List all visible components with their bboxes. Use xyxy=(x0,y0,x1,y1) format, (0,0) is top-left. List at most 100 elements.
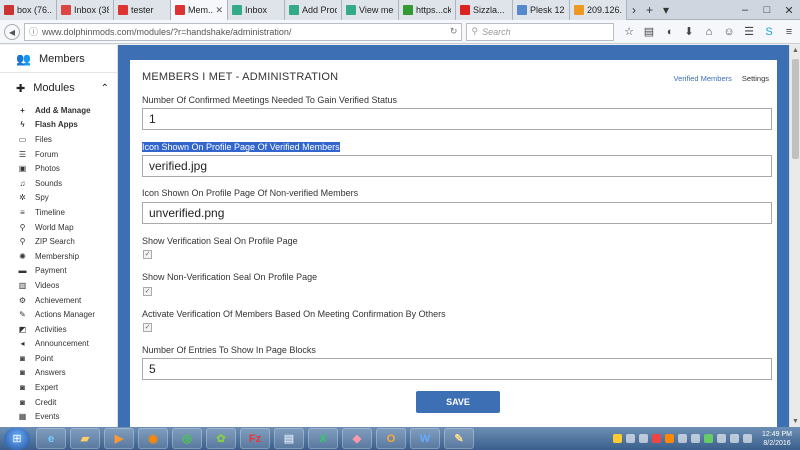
frog-app-icon[interactable]: ✿ xyxy=(206,428,236,449)
nonverified-icon-input[interactable]: unverified.png xyxy=(142,202,772,224)
sidebar-item-videos[interactable]: ▥ Videos xyxy=(0,278,117,293)
reading-list-icon[interactable]: ▤ xyxy=(642,25,656,39)
sidebar-item-payment[interactable]: ▬ Payment xyxy=(0,264,117,279)
confirmed-meetings-input[interactable]: 1 xyxy=(142,108,772,130)
network-icon[interactable] xyxy=(730,434,740,443)
tray-icon[interactable] xyxy=(665,434,675,443)
volume-icon[interactable] xyxy=(743,434,753,443)
sidebar-item-spy[interactable]: ✲ Spy xyxy=(0,191,117,206)
sidebar-item-modules[interactable]: ✚ Modules ⌃ xyxy=(0,73,117,103)
ie-icon[interactable]: e xyxy=(36,428,66,449)
tray-icon[interactable] xyxy=(678,434,688,443)
firefox-icon[interactable]: ◉ xyxy=(138,428,168,449)
scroll-up-icon[interactable]: ▲ xyxy=(790,45,800,56)
browser-tab[interactable]: 209.126.1... xyxy=(570,0,627,20)
sidebar-item-members[interactable]: 👥 Members xyxy=(0,45,117,73)
browser-tab[interactable]: https...cker xyxy=(399,0,456,20)
tray-icon[interactable] xyxy=(717,434,727,443)
sidebar-item-add-manage[interactable]: + Add & Manage xyxy=(0,103,117,118)
entries-count-input[interactable]: 5 xyxy=(142,358,772,380)
sidebar-item-announcement[interactable]: ◂ Announcement xyxy=(0,337,117,352)
close-icon[interactable]: ✕ xyxy=(215,5,223,16)
browser-tab[interactable]: Inbox xyxy=(228,0,285,20)
sidebar-item-events[interactable]: ▦ Events xyxy=(0,409,117,424)
hamburger-menu-icon[interactable]: ≡ xyxy=(782,25,796,39)
sidebar-item-achievement[interactable]: ⚙ Achievement xyxy=(0,293,117,308)
chrome-icon[interactable]: ◎ xyxy=(172,428,202,449)
page-scrollbar[interactable]: ▲ ▼ xyxy=(789,45,800,427)
sidebar-item-flash-apps[interactable]: ϟ Flash Apps xyxy=(0,118,117,133)
sidebar-item-actions-manager[interactable]: ✎ Actions Manager xyxy=(0,307,117,322)
activate-verification-checkbox[interactable]: ✓ xyxy=(143,323,152,332)
minimize-icon[interactable]: – xyxy=(734,0,756,20)
network-app-icon[interactable]: ▤ xyxy=(274,428,304,449)
sidebar-item-expert[interactable]: ◙ Expert xyxy=(0,380,117,395)
outlook-icon[interactable]: O xyxy=(376,428,406,449)
tray-icon[interactable] xyxy=(652,434,662,443)
tray-icon[interactable] xyxy=(639,434,649,443)
bookmark-star-icon[interactable]: ☆ xyxy=(622,25,636,39)
browser-tab[interactable]: tester xyxy=(114,0,171,20)
tab-settings[interactable]: Settings xyxy=(742,74,769,83)
tray-icon[interactable] xyxy=(626,434,636,443)
system-clock[interactable]: 12:49 PM 8/2/2016 xyxy=(762,430,792,448)
sidebar-item-credit[interactable]: ◙ Credit xyxy=(0,395,117,410)
tab-list-icon[interactable]: ▾ xyxy=(658,0,674,20)
tab-scroll-right-icon[interactable]: › xyxy=(627,0,641,20)
browser-tab[interactable]: Inbox (38... xyxy=(57,0,114,20)
puzzle-icon: ✚ xyxy=(16,82,26,95)
sidebar-item-world-map[interactable]: ⚲ World Map xyxy=(0,220,117,235)
nonverification-seal-checkbox[interactable]: ✓ xyxy=(143,287,152,296)
explorer-icon[interactable]: ▰ xyxy=(70,428,100,449)
search-input[interactable]: ⚲ Search xyxy=(466,22,614,41)
sidebar-item-sounds[interactable]: ♫ Sounds xyxy=(0,176,117,191)
tray-icon[interactable] xyxy=(691,434,701,443)
browser-tab[interactable]: Sizzla... xyxy=(456,0,513,20)
download-icon[interactable]: ⬇ xyxy=(682,25,696,39)
tray-icon[interactable] xyxy=(613,434,623,443)
chevron-up-icon[interactable]: ⌃ xyxy=(101,83,109,94)
sidebar-item-photos[interactable]: ▣ Photos xyxy=(0,161,117,176)
sidebar-item-activities[interactable]: ◩ Activities xyxy=(0,322,117,337)
paint-icon[interactable]: ✎ xyxy=(444,428,474,449)
scroll-down-icon[interactable]: ▼ xyxy=(790,416,800,427)
excel-icon[interactable]: X xyxy=(308,428,338,449)
eraser-app-icon[interactable]: ◆ xyxy=(342,428,372,449)
info-icon[interactable]: ⓘ xyxy=(29,25,38,38)
start-button[interactable]: ⊞ xyxy=(4,427,30,450)
save-button[interactable]: SAVE xyxy=(416,391,500,413)
tray-icon[interactable] xyxy=(704,434,714,443)
reload-icon[interactable]: ↻ xyxy=(450,26,458,37)
browser-tab[interactable]: View mes... xyxy=(342,0,399,20)
browser-tab[interactable]: Add Prod... xyxy=(285,0,342,20)
chat-icon[interactable]: ☺ xyxy=(722,25,736,39)
word-icon[interactable]: W xyxy=(410,428,440,449)
browser-tab-active[interactable]: Mem... ✕ xyxy=(171,0,228,20)
sidebar-item-forum[interactable]: ☰ Forum xyxy=(0,147,117,162)
filezilla-icon[interactable]: Fz xyxy=(240,428,270,449)
sidebar-item-point[interactable]: ◙ Point xyxy=(0,351,117,366)
new-tab-icon[interactable]: + xyxy=(641,0,658,20)
sidebar-item-membership[interactable]: ✺ Membership xyxy=(0,249,117,264)
tab-verified-members[interactable]: Verified Members xyxy=(674,74,732,83)
verified-icon-input[interactable]: verified.jpg xyxy=(142,155,772,177)
address-bar[interactable]: ⓘ www.dolphinmods.com/modules/?r=handsha… xyxy=(23,22,463,41)
browser-tab[interactable]: Plesk 12.0... xyxy=(513,0,570,20)
menu-icon[interactable]: ☰ xyxy=(742,25,756,39)
close-window-icon[interactable]: ✕ xyxy=(778,0,800,20)
sidebar-item-files[interactable]: ▭ Files xyxy=(0,132,117,147)
browser-tab[interactable]: box (76... xyxy=(0,0,57,20)
url-text: www.dolphinmods.com/modules/?r=handshake… xyxy=(41,26,292,37)
verification-seal-checkbox[interactable]: ✓ xyxy=(143,250,152,259)
back-icon[interactable]: ◂ xyxy=(4,23,20,40)
scroll-thumb[interactable] xyxy=(792,59,799,159)
maximize-icon[interactable]: □ xyxy=(756,0,778,20)
skype-icon[interactable]: S xyxy=(762,25,776,39)
pocket-icon[interactable]: ◖ xyxy=(662,25,676,39)
sidebar-item-zip-search[interactable]: ⚲ ZIP Search xyxy=(0,234,117,249)
sidebar-item-timeline[interactable]: ≡ Timeline xyxy=(0,205,117,220)
link-icon xyxy=(232,5,242,15)
home-icon[interactable]: ⌂ xyxy=(702,25,716,39)
sidebar-item-answers[interactable]: ◙ Answers xyxy=(0,366,117,381)
media-player-icon[interactable]: ▶ xyxy=(104,428,134,449)
